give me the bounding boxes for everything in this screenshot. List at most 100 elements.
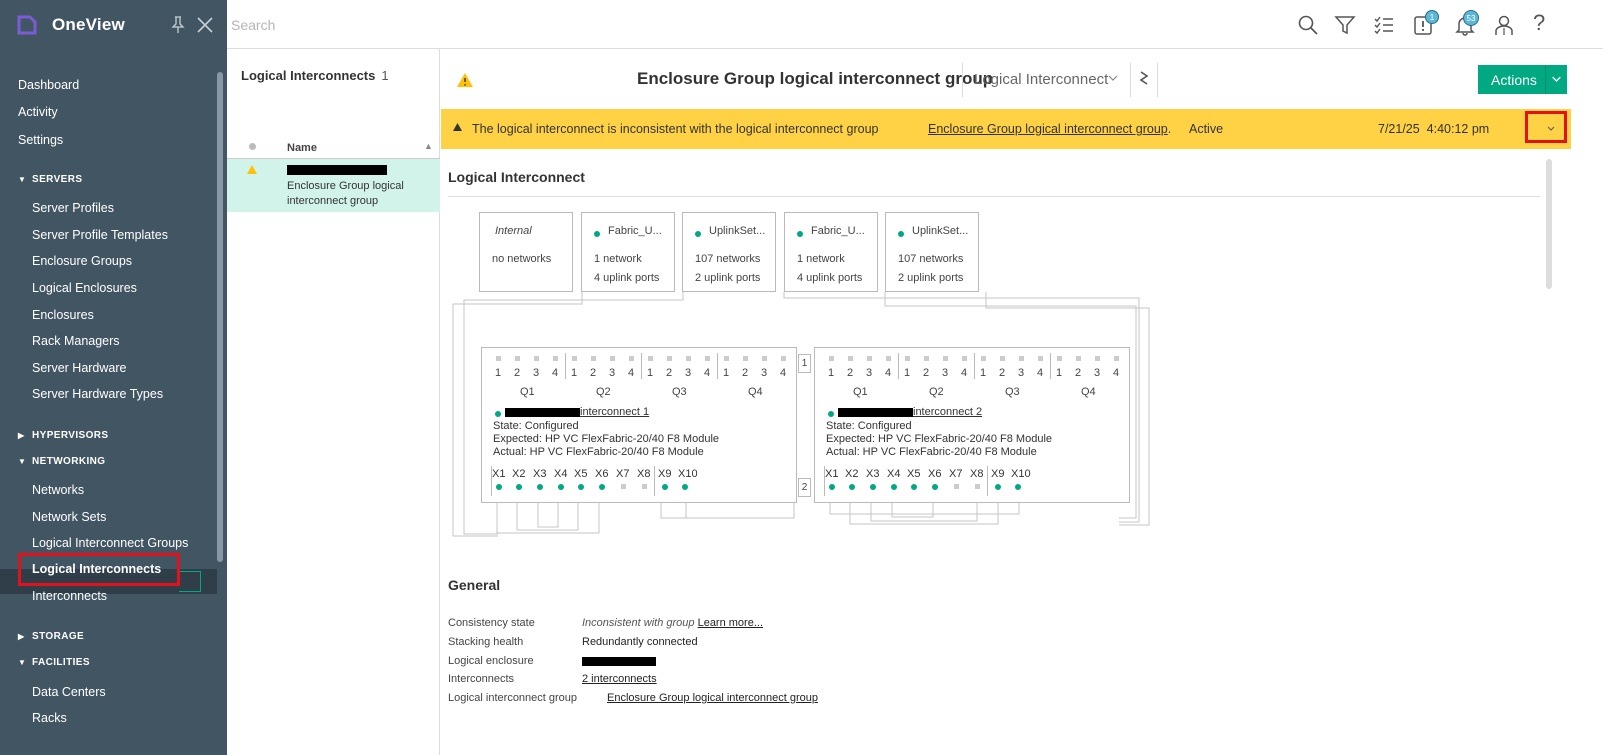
port-indicator: [724, 356, 729, 361]
uplink-set-networks: 107 networks: [898, 253, 964, 265]
nav-interconnects[interactable]: Interconnects: [32, 589, 107, 603]
nav-enclosures[interactable]: Enclosures: [32, 308, 94, 322]
nav-section-networking[interactable]: ▼ NETWORKING: [18, 456, 105, 467]
redacted-name: [287, 165, 387, 175]
port-number: 4: [1037, 367, 1044, 379]
consistency-label: Consistency state: [448, 617, 535, 629]
port-number: 2: [847, 367, 854, 379]
brand[interactable]: OneView: [16, 14, 125, 36]
name-column-header[interactable]: Name: [287, 142, 317, 154]
user-icon[interactable]: [1493, 14, 1515, 36]
port-connected-icon: [578, 484, 584, 490]
master-count: 1: [381, 68, 389, 83]
quad-label: Q2: [929, 386, 944, 398]
port-indicator: [886, 356, 891, 361]
port-connected-icon: [911, 484, 917, 490]
nav-active-outline: [179, 571, 201, 592]
checklist-icon[interactable]: [1373, 14, 1395, 36]
nav-activity[interactable]: Activity: [18, 105, 58, 119]
nav-server-hardware-types[interactable]: Server Hardware Types: [32, 387, 163, 401]
stacking-label: Stacking health: [448, 636, 524, 648]
nav-rack-managers[interactable]: Rack Managers: [32, 334, 120, 348]
nav-section-servers[interactable]: ▼ SERVERS: [18, 174, 82, 185]
pin-icon[interactable]: [171, 16, 185, 34]
nav-section-hypervisors[interactable]: ▶ HYPERVISORS: [18, 430, 108, 441]
uplink-set-card[interactable]: Internal no networks: [479, 212, 573, 292]
uplink-set-card[interactable]: UplinkSet... 107 networks 2 uplink ports: [682, 212, 776, 292]
nav-networks[interactable]: Networks: [32, 483, 84, 497]
nav-settings[interactable]: Settings: [18, 133, 63, 147]
close-icon[interactable]: [196, 16, 214, 34]
port-number: 3: [533, 367, 540, 379]
nav-server-profile-templates[interactable]: Server Profile Templates: [32, 228, 168, 242]
help-icon[interactable]: ?: [1533, 10, 1555, 35]
nav-logical-enclosures[interactable]: Logical Enclosures: [32, 281, 137, 295]
x-port-label: X8: [970, 468, 984, 480]
list-item[interactable]: Enclosure Group logical interconnect gro…: [227, 159, 440, 212]
search-input[interactable]: [231, 14, 631, 36]
port-indicator: [1000, 356, 1005, 361]
nav-data-centers[interactable]: Data Centers: [32, 685, 106, 699]
x-port-label: X9: [658, 468, 672, 480]
status-ok-icon: [828, 411, 834, 417]
x-port-label: X6: [595, 468, 609, 480]
port-connected-icon: [849, 484, 855, 490]
port-number: 2: [590, 367, 597, 379]
quad-label: Q1: [853, 386, 868, 398]
section-label: HYPERVISORS: [32, 430, 109, 441]
interconnect-link[interactable]: interconnect 1: [580, 406, 649, 418]
port-disconnected-icon: [975, 484, 980, 489]
uplink-set-card[interactable]: Fabric_U... 1 network 4 uplink ports: [784, 212, 878, 292]
section-label: NETWORKING: [32, 456, 106, 467]
status-ok-icon: [495, 411, 501, 417]
interconnect-expected: Expected: HP VC FlexFabric-20/40 F8 Modu…: [493, 433, 720, 445]
uplink-set-ports: 2 uplink ports: [898, 272, 964, 284]
port-indicator: [1076, 356, 1081, 361]
port-number: 1: [571, 367, 578, 379]
port-number: 3: [1018, 367, 1025, 379]
redacted-name: [505, 408, 580, 417]
uplink-set-card[interactable]: UplinkSet... 107 networks 2 uplink ports: [885, 212, 979, 292]
port-disconnected-icon: [642, 484, 647, 489]
uplink-set-card[interactable]: Fabric_U... 1 network 4 uplink ports: [581, 212, 675, 292]
master-list: Logical Interconnects 1 Name ▲ Enclosure …: [227, 49, 440, 755]
interconnect-module: 1 2 3 4 Q1 1 2 3 4 Q2 1 2 3 4 Q3 1 2 3 4 Q4 interconnect 1 St…: [481, 347, 797, 503]
nav-network-sets[interactable]: Network Sets: [32, 510, 106, 524]
nav-section-facilities[interactable]: ▼ FACILITIES: [18, 657, 90, 668]
filter-icon[interactable]: [1334, 14, 1356, 36]
sort-ascending-icon[interactable]: ▲: [424, 141, 433, 151]
nav-server-profiles[interactable]: Server Profiles: [32, 201, 114, 215]
nav-section-storage[interactable]: ▶ STORAGE: [18, 631, 84, 642]
nav-racks[interactable]: Racks: [32, 711, 67, 725]
nav-logical-interconnect-groups[interactable]: Logical Interconnect Groups: [32, 536, 188, 550]
nav-server-hardware[interactable]: Server Hardware: [32, 361, 126, 375]
port-indicator: [905, 356, 910, 361]
port-indicator: [924, 356, 929, 361]
search-icon[interactable]: [1297, 14, 1319, 36]
port-connected-icon: [599, 484, 605, 490]
interconnects-link[interactable]: 2 interconnects: [582, 673, 657, 685]
port-indicator: [515, 356, 520, 361]
interconnect-state: State: Configured: [493, 420, 579, 432]
quad-separator: [974, 353, 975, 379]
lig-link[interactable]: Enclosure Group logical interconnect gro…: [607, 692, 818, 704]
port-indicator: [1114, 356, 1119, 361]
interconnect-link[interactable]: interconnect 2: [913, 406, 982, 418]
oneview-logo-icon: [17, 15, 37, 35]
port-disconnected-icon: [954, 484, 959, 489]
port-connected-icon: [995, 484, 1001, 490]
collapsed-icon: ▶: [18, 632, 25, 641]
nav-enclosure-groups[interactable]: Enclosure Groups: [32, 254, 132, 268]
port-separator: [654, 466, 655, 496]
status-ok-icon: [898, 231, 904, 237]
x-port-label: X7: [616, 468, 630, 480]
sidebar-scrollbar[interactable]: [217, 72, 223, 562]
interconnect-actual: Actual: HP VC FlexFabric-20/40 F8 Module: [826, 446, 1037, 458]
port-indicator: [686, 356, 691, 361]
learn-more-link[interactable]: Learn more...: [698, 617, 763, 629]
nav-dashboard[interactable]: Dashboard: [18, 78, 79, 92]
quad-label: Q1: [520, 386, 535, 398]
x-port-label: X4: [887, 468, 901, 480]
status-column-icon[interactable]: [249, 143, 256, 150]
port-number: 3: [761, 367, 768, 379]
